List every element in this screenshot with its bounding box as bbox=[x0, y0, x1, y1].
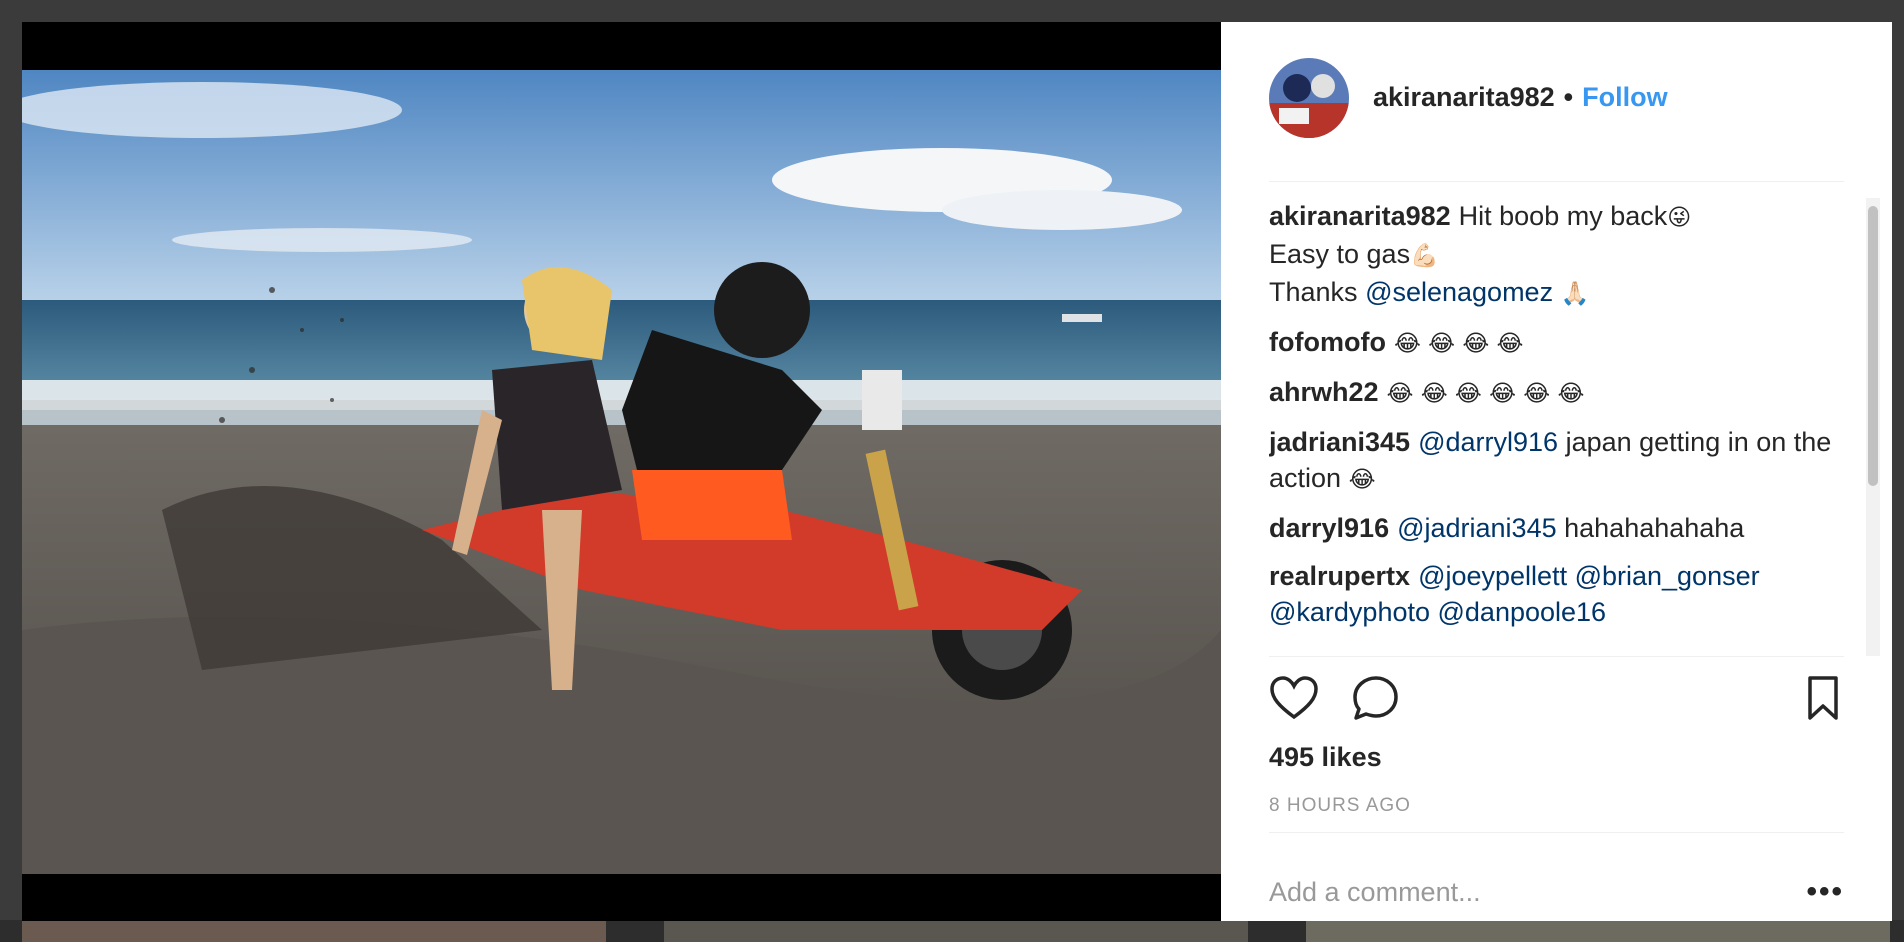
comment-emoji: 😂 😂 😂 😂 bbox=[1393, 331, 1524, 357]
background-thumbnail bbox=[1306, 920, 1890, 942]
caption-line3-prefix: Thanks bbox=[1269, 277, 1358, 307]
caption-line2: Easy to gas bbox=[1269, 239, 1411, 269]
comment-item: ahrwh22 😂 😂 😂 😂 😂 😂 bbox=[1269, 374, 1840, 412]
caption-mention[interactable]: @selenagomez bbox=[1365, 277, 1553, 307]
comment-mention[interactable]: @jadriani345 bbox=[1397, 513, 1557, 543]
comment-emoji: 😂 😂 😂 😂 😂 😂 bbox=[1386, 381, 1585, 407]
comment-item: realrupertx @joeypellett @brian_gonser @k… bbox=[1269, 558, 1840, 630]
background-thumbnail bbox=[22, 920, 606, 942]
divider bbox=[1269, 832, 1844, 833]
comment-username[interactable]: fofomofo bbox=[1269, 327, 1386, 357]
comment-username[interactable]: jadriani345 bbox=[1269, 427, 1410, 457]
comment-text: hahahahahaha bbox=[1564, 513, 1745, 543]
heart-icon bbox=[1270, 676, 1318, 720]
follow-button[interactable]: Follow bbox=[1582, 82, 1667, 113]
separator: • bbox=[1563, 82, 1574, 112]
background-strip bbox=[0, 920, 1904, 942]
bookmark-icon bbox=[1808, 676, 1838, 720]
post-media[interactable] bbox=[22, 22, 1221, 921]
caption-emoji-2: 💪🏻 bbox=[1410, 243, 1439, 269]
post-photo[interactable] bbox=[22, 70, 1221, 874]
like-button[interactable] bbox=[1269, 674, 1319, 726]
username-link[interactable]: akiranarita982 bbox=[1373, 82, 1555, 113]
post-modal: akiranarita982 • Follow akiranarita982 Hi… bbox=[22, 22, 1892, 921]
caption: akiranarita982 Hit boob my back😜 Easy to … bbox=[1269, 198, 1840, 312]
header-text: akiranarita982 • Follow bbox=[1373, 82, 1668, 113]
caption-emoji-1: 😜 bbox=[1667, 205, 1692, 231]
avatar[interactable] bbox=[1269, 57, 1349, 138]
comment-mention[interactable]: @darryl916 bbox=[1418, 427, 1558, 457]
comment-input[interactable] bbox=[1269, 876, 1807, 908]
scrollbar-thumb[interactable] bbox=[1868, 206, 1878, 486]
avatar-image bbox=[1269, 57, 1349, 138]
comment-button[interactable] bbox=[1351, 674, 1401, 726]
comment-item: fofomofo 😂 😂 😂 😂 bbox=[1269, 324, 1840, 362]
speech-bubble-icon bbox=[1353, 676, 1398, 720]
comment-emoji: 😂 bbox=[1348, 467, 1376, 493]
comments-scrollbar[interactable] bbox=[1866, 198, 1880, 656]
background-thumbnail bbox=[664, 920, 1248, 942]
post-header: akiranarita982 • Follow bbox=[1269, 57, 1844, 182]
comment-item: jadriani345 @darryl916 japan getting in o… bbox=[1269, 424, 1840, 498]
action-bar bbox=[1269, 674, 1844, 730]
caption-username[interactable]: akiranarita982 bbox=[1269, 201, 1451, 231]
caption-emoji-3: 🙏🏻 bbox=[1560, 281, 1590, 307]
add-comment-row: ••• bbox=[1269, 872, 1844, 912]
divider bbox=[1269, 656, 1844, 657]
post-timestamp: 8 HOURS AGO bbox=[1269, 795, 1411, 816]
more-options-button[interactable]: ••• bbox=[1806, 875, 1844, 909]
post-details-panel: akiranarita982 • Follow akiranarita982 Hi… bbox=[1221, 22, 1892, 921]
comments-list[interactable]: akiranarita982 Hit boob my back😜 Easy to … bbox=[1269, 198, 1840, 656]
save-button[interactable] bbox=[1798, 674, 1848, 726]
comment-item: darryl916 @jadriani345 hahahahahaha bbox=[1269, 510, 1840, 546]
comment-username[interactable]: darryl916 bbox=[1269, 513, 1389, 543]
likes-count[interactable]: 495 likes bbox=[1269, 742, 1382, 773]
comment-username[interactable]: realrupertx bbox=[1269, 561, 1410, 591]
caption-line1: Hit boob my back bbox=[1458, 201, 1668, 231]
comment-username[interactable]: ahrwh22 bbox=[1269, 377, 1379, 407]
